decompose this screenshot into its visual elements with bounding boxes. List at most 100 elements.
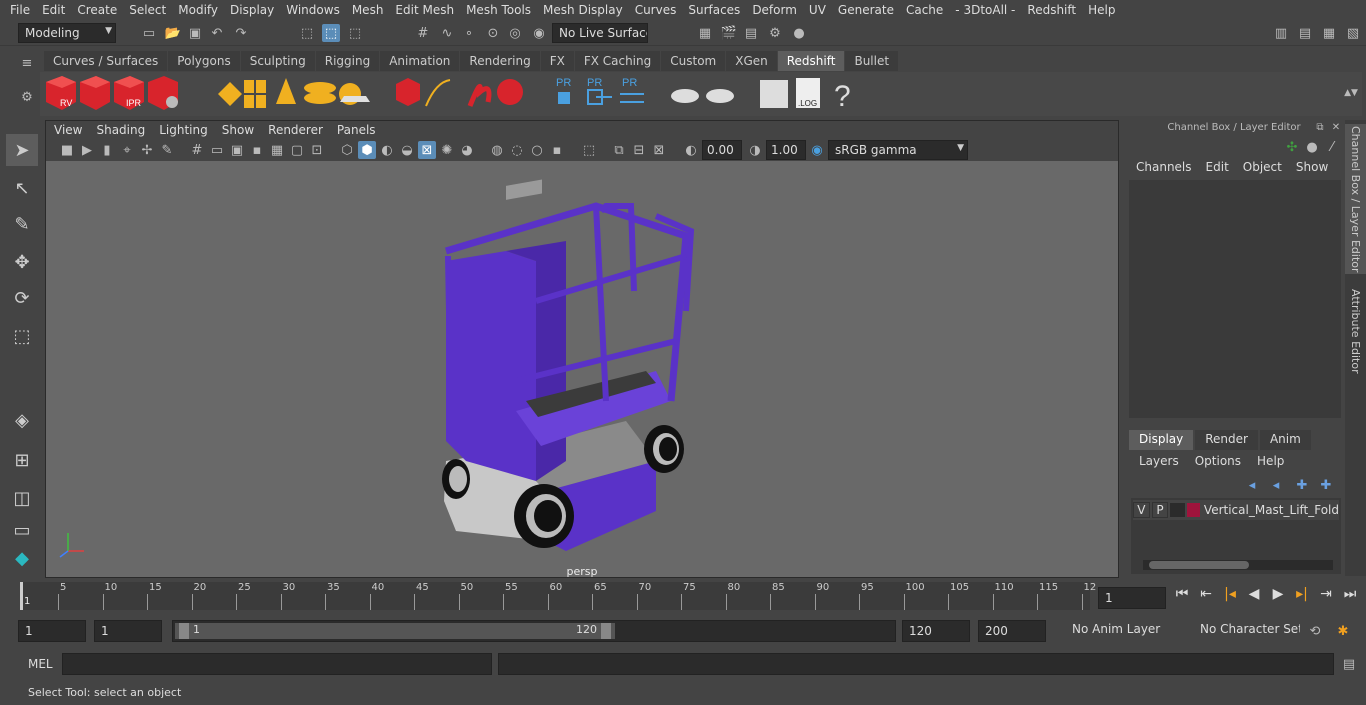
resolution-gate-icon[interactable]: ▣ [228, 141, 246, 159]
color-management-icon[interactable]: ◉ [808, 141, 826, 159]
new-layer-icon[interactable]: ✚ [1293, 476, 1311, 494]
colorspace-dropdown[interactable]: sRGB gamma ▼ [828, 140, 968, 160]
move-layer-down-icon[interactable]: ◂ [1267, 476, 1285, 494]
tab-curves-surfaces[interactable]: Curves / Surfaces [44, 51, 168, 71]
xray-icon[interactable]: ⊠ [418, 141, 436, 159]
layer-scroll-thumb[interactable] [1149, 561, 1249, 569]
tab-channel-box[interactable]: Channel Box / Layer Editor [1345, 124, 1366, 274]
open-scene-icon[interactable]: 📂 [164, 24, 182, 42]
layer-menu-layers[interactable]: Layers [1139, 454, 1179, 472]
image-plane-icon[interactable]: ⌖ [118, 141, 136, 159]
grease-pencil-icon[interactable]: ✎ [158, 141, 176, 159]
menu-generate[interactable]: Generate [832, 3, 900, 17]
gate-mask-icon[interactable]: ▪ [248, 141, 266, 159]
vp-menu-show[interactable]: Show [222, 123, 254, 137]
rs-bake-set-icon[interactable] [706, 89, 734, 103]
play-backward-icon[interactable]: ◀ [1244, 586, 1264, 608]
smooth-shade-icon[interactable]: ⬢ [358, 141, 376, 159]
rs-proxy-import-icon[interactable] [587, 89, 612, 105]
menu-help[interactable]: Help [1082, 3, 1121, 17]
safe-title-icon[interactable]: ⊡ [308, 141, 326, 159]
xray-active-icon[interactable]: ⊟ [630, 141, 648, 159]
lights-icon[interactable]: ✺ [438, 141, 456, 159]
safe-action-icon[interactable]: ▢ [288, 141, 306, 159]
rs-mesh-light-icon[interactable] [396, 78, 420, 106]
tab-anim[interactable]: Anim [1259, 430, 1311, 450]
close-panel-icon[interactable]: ✕ [1329, 120, 1343, 134]
layer-playback-toggle[interactable]: P [1151, 502, 1169, 518]
channel-menu-edit[interactable]: Edit [1206, 160, 1229, 178]
live-surface-field[interactable]: No Live Surface [552, 23, 648, 43]
tab-display[interactable]: Display [1129, 430, 1194, 450]
camera-attr-icon[interactable]: ▶ [78, 141, 96, 159]
rs-help-icon[interactable]: ? [834, 80, 851, 113]
range-slider-handle[interactable]: 1 120 [175, 623, 615, 639]
undo-icon[interactable]: ↶ [208, 24, 226, 42]
paint-select-icon[interactable]: ✎ [6, 208, 38, 240]
vp-menu-renderer[interactable]: Renderer [268, 123, 323, 137]
snap-point-icon[interactable]: ∘ [460, 24, 478, 42]
menu-modify[interactable]: Modify [172, 3, 224, 17]
step-back-frame-icon[interactable]: |◂ [1220, 586, 1240, 608]
channel-slash-icon[interactable]: ⁄ [1323, 138, 1341, 156]
timeline-cursor[interactable] [20, 582, 23, 610]
scene-end-field[interactable]: 200 [978, 620, 1046, 642]
shelf-settings-icon[interactable]: ⚙ [18, 88, 36, 106]
save-scene-icon[interactable]: ▣ [186, 24, 204, 42]
new-layer-selected-icon[interactable]: ✚ [1317, 476, 1335, 494]
tab-bullet[interactable]: Bullet [845, 51, 899, 71]
layer-visibility-toggle[interactable]: V [1133, 502, 1150, 518]
rs-hair-icon[interactable] [467, 83, 492, 107]
select-object-icon[interactable]: ⬚ [322, 24, 340, 42]
timeline-ruler[interactable]: 1 5 10 15 20 25 30 35 40 45 50 55 60 65 70 75 80 85 90 95 1… [20, 582, 1096, 610]
rs-spot-light-icon[interactable] [276, 78, 296, 104]
scene-start-field[interactable]: 1 [18, 620, 86, 642]
wireframe-icon[interactable]: ⬡ [338, 141, 356, 159]
scale-tool-icon[interactable]: ⬚ [6, 320, 38, 352]
tab-fx-caching[interactable]: FX Caching [574, 51, 661, 71]
menu-mesh-tools[interactable]: Mesh Tools [460, 3, 537, 17]
layer-color-swatch[interactable] [1186, 503, 1200, 517]
3d-view[interactable] [46, 161, 1118, 577]
menu-redshift[interactable]: Redshift [1021, 3, 1082, 17]
snap-live-icon[interactable]: ◉ [530, 24, 548, 42]
gamma-icon[interactable]: ◑ [746, 141, 764, 159]
layout-four-icon[interactable]: ⊞ [6, 444, 38, 476]
field-chart-icon[interactable]: ▦ [268, 141, 286, 159]
anim-prefs-icon[interactable]: ✱ [1334, 622, 1352, 640]
range-slider[interactable]: 1 120 [172, 620, 896, 642]
rs-proxy-export-icon[interactable] [558, 92, 570, 104]
render-settings-icon[interactable]: ⚙ [766, 24, 784, 42]
tab-polygons[interactable]: Polygons [168, 51, 240, 71]
select-tool-icon[interactable]: ➤ [6, 134, 38, 166]
tab-rigging[interactable]: Rigging [315, 51, 380, 71]
tab-rendering[interactable]: Rendering [460, 51, 540, 71]
tab-render[interactable]: Render [1195, 430, 1258, 450]
go-to-end-icon[interactable]: ⏭ [1340, 586, 1360, 608]
menu-surfaces[interactable]: Surfaces [682, 3, 746, 17]
tab-sculpting[interactable]: Sculpting [240, 51, 315, 71]
play-forward-icon[interactable]: ▶ [1268, 586, 1288, 608]
vp-menu-lighting[interactable]: Lighting [159, 123, 208, 137]
channel-menu-object[interactable]: Object [1243, 160, 1282, 178]
rs-render-frame-icon[interactable] [80, 76, 110, 110]
channel-menu-channels[interactable]: Channels [1136, 160, 1192, 178]
vp-menu-view[interactable]: View [54, 123, 82, 137]
snap-view-icon[interactable]: ⊙ [484, 24, 502, 42]
channel-menu-show[interactable]: Show [1296, 160, 1328, 178]
vp-menu-panels[interactable]: Panels [337, 123, 376, 137]
hypershade-icon[interactable]: ● [790, 24, 808, 42]
lasso-tool-icon[interactable]: ↖ [6, 172, 38, 204]
backface-icon[interactable]: ⊠ [650, 141, 668, 159]
channel-list-area[interactable] [1129, 180, 1341, 418]
grid-toggle-icon[interactable]: # [188, 141, 206, 159]
shelf-scroll-icon[interactable]: ▲▼ [1342, 84, 1360, 102]
workspace-icon[interactable]: ▥ [1272, 24, 1290, 42]
move-layer-up-icon[interactable]: ◂ [1243, 476, 1261, 494]
depth-of-field-icon[interactable]: ▪ [548, 141, 566, 159]
select-component-icon[interactable]: ⬚ [346, 24, 364, 42]
tab-attribute-editor[interactable]: Attribute Editor [1345, 284, 1366, 378]
tab-redshift[interactable]: Redshift [777, 51, 845, 71]
auto-key-icon[interactable]: ⟲ [1306, 622, 1324, 640]
rs-code-icon[interactable] [760, 80, 788, 108]
